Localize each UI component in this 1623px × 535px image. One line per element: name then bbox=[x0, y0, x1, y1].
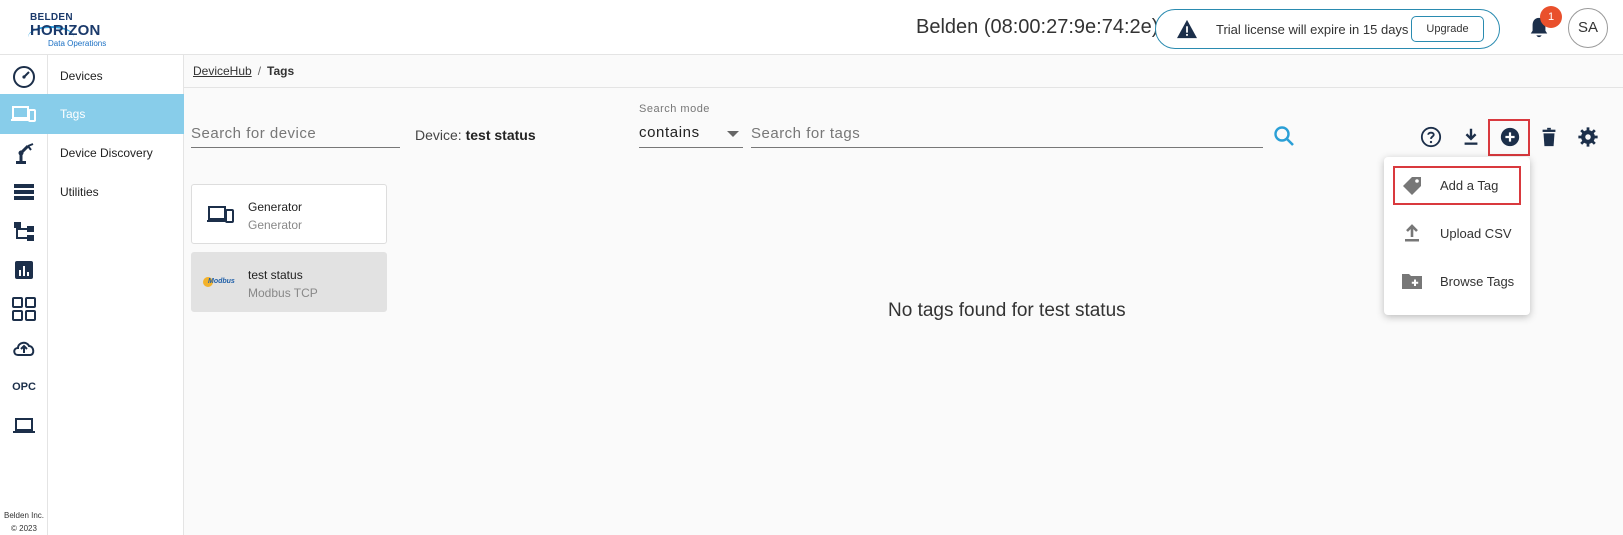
rail-opc[interactable]: OPC bbox=[0, 367, 48, 407]
rail-apps[interactable] bbox=[0, 289, 48, 329]
device-search-input[interactable] bbox=[191, 120, 400, 146]
copyright-company: Belden Inc. bbox=[3, 511, 45, 520]
help-button[interactable] bbox=[1418, 124, 1444, 150]
rail-analytics[interactable] bbox=[0, 250, 48, 290]
subnav-item-device-discovery[interactable]: Device Discovery bbox=[48, 133, 184, 173]
top-bar: BELDEN HORIZON Data Operations Belden (0… bbox=[0, 0, 1623, 55]
list-icon bbox=[14, 184, 34, 200]
device-card-test-status[interactable]: Modbus test status Modbus TCP bbox=[191, 252, 387, 312]
menu-item-upload-csv[interactable]: Upload CSV bbox=[1384, 213, 1530, 253]
device-card-generator[interactable]: Generator Generator bbox=[191, 184, 387, 244]
rail-hierarchy[interactable] bbox=[0, 211, 48, 251]
notification-count-badge: 1 bbox=[1540, 6, 1562, 28]
logo-line3: Data Operations bbox=[48, 39, 107, 48]
add-circle-icon bbox=[1500, 127, 1520, 147]
device-label-prefix: Device: bbox=[415, 127, 462, 143]
robot-arm-icon bbox=[16, 143, 34, 164]
device-type: Generator bbox=[248, 218, 303, 232]
rail-system[interactable] bbox=[0, 406, 48, 446]
menu-item-label: Browse Tags bbox=[1440, 274, 1515, 289]
devices-icon bbox=[11, 106, 36, 122]
add-tag-highlight bbox=[1393, 166, 1521, 205]
tag-search-field bbox=[751, 120, 1263, 148]
laptop-icon bbox=[13, 418, 35, 433]
dashboard-icon bbox=[13, 66, 35, 88]
rail-robotics[interactable] bbox=[0, 133, 48, 173]
rail-list[interactable] bbox=[0, 172, 48, 212]
breadcrumb-divider bbox=[184, 87, 1623, 88]
copyright: Belden Inc. © 2023 bbox=[0, 509, 48, 535]
license-banner: Trial license will expire in 15 days Upg… bbox=[1155, 9, 1500, 49]
delete-button[interactable] bbox=[1536, 124, 1562, 150]
add-dropdown-menu: Add a Tag Upload CSV Browse Tags bbox=[1384, 157, 1530, 315]
logo-line2: HORIZON bbox=[30, 22, 101, 39]
menu-item-browse-tags[interactable]: Browse Tags bbox=[1384, 261, 1530, 301]
warning-icon bbox=[1177, 19, 1197, 39]
add-button[interactable] bbox=[1497, 124, 1523, 150]
grid-icon bbox=[12, 297, 36, 321]
device-search-field bbox=[191, 120, 400, 148]
modbus-logo: Modbus bbox=[203, 276, 236, 290]
subnav-item-devices[interactable]: Devices bbox=[48, 56, 184, 96]
subnav-item-utilities[interactable]: Utilities bbox=[48, 172, 184, 212]
download-button[interactable] bbox=[1458, 124, 1484, 150]
hierarchy-icon bbox=[14, 222, 34, 241]
upload-icon bbox=[1405, 224, 1419, 242]
subnav-item-tags[interactable]: Tags bbox=[48, 94, 184, 134]
tag-search-input[interactable] bbox=[751, 120, 1263, 146]
settings-button[interactable] bbox=[1575, 124, 1601, 150]
trash-icon bbox=[1542, 127, 1556, 147]
breadcrumb-devicehub-link[interactable]: DeviceHub bbox=[193, 64, 252, 78]
device-type: Modbus TCP bbox=[248, 286, 318, 300]
breadcrumb-current: Tags bbox=[267, 64, 295, 78]
rail-devices[interactable] bbox=[0, 94, 48, 134]
device-label-value: test status bbox=[465, 127, 536, 143]
rail-cloud[interactable] bbox=[0, 328, 48, 368]
upgrade-button[interactable]: Upgrade bbox=[1411, 16, 1484, 42]
chart-icon bbox=[15, 261, 33, 279]
folder-add-icon bbox=[1402, 274, 1422, 289]
empty-state-message: No tags found for test status bbox=[888, 300, 1126, 321]
modbus-logo-text: Modbus bbox=[208, 278, 235, 285]
copyright-year: © 2023 bbox=[11, 524, 37, 533]
help-icon bbox=[1420, 126, 1442, 148]
menu-item-label: Upload CSV bbox=[1440, 226, 1512, 241]
belden-horizon-logo[interactable]: BELDEN HORIZON Data Operations bbox=[26, 8, 126, 48]
breadcrumb-separator: / bbox=[257, 64, 262, 78]
gear-icon bbox=[1578, 127, 1598, 147]
gateway-device-id: Belden (08:00:27:9e:74:2e) bbox=[916, 16, 1159, 38]
search-mode-label: Search mode bbox=[639, 103, 710, 115]
icon-rail: OPC Belden Inc. © 2023 bbox=[0, 55, 48, 535]
breadcrumb: DeviceHub / Tags bbox=[193, 64, 294, 78]
license-text: Trial license will expire in 15 days bbox=[1216, 22, 1409, 37]
selected-device-label: Device: test status bbox=[415, 127, 536, 143]
opc-label: OPC bbox=[12, 381, 36, 393]
device-name: Generator bbox=[248, 200, 303, 214]
caret-down-icon bbox=[727, 131, 739, 137]
device-name: test status bbox=[248, 268, 303, 282]
devices-icon bbox=[207, 206, 234, 223]
devicehub-subnav: Devices Tags Device Discovery Utilities bbox=[48, 55, 184, 535]
cloud-upload-icon bbox=[13, 341, 35, 356]
search-icon[interactable] bbox=[1272, 124, 1296, 148]
user-avatar[interactable]: SA bbox=[1568, 8, 1608, 48]
download-icon bbox=[1464, 128, 1478, 145]
rail-dashboard[interactable] bbox=[0, 56, 48, 96]
search-mode-value: contains bbox=[639, 124, 700, 141]
search-mode-select[interactable]: contains bbox=[639, 120, 743, 148]
